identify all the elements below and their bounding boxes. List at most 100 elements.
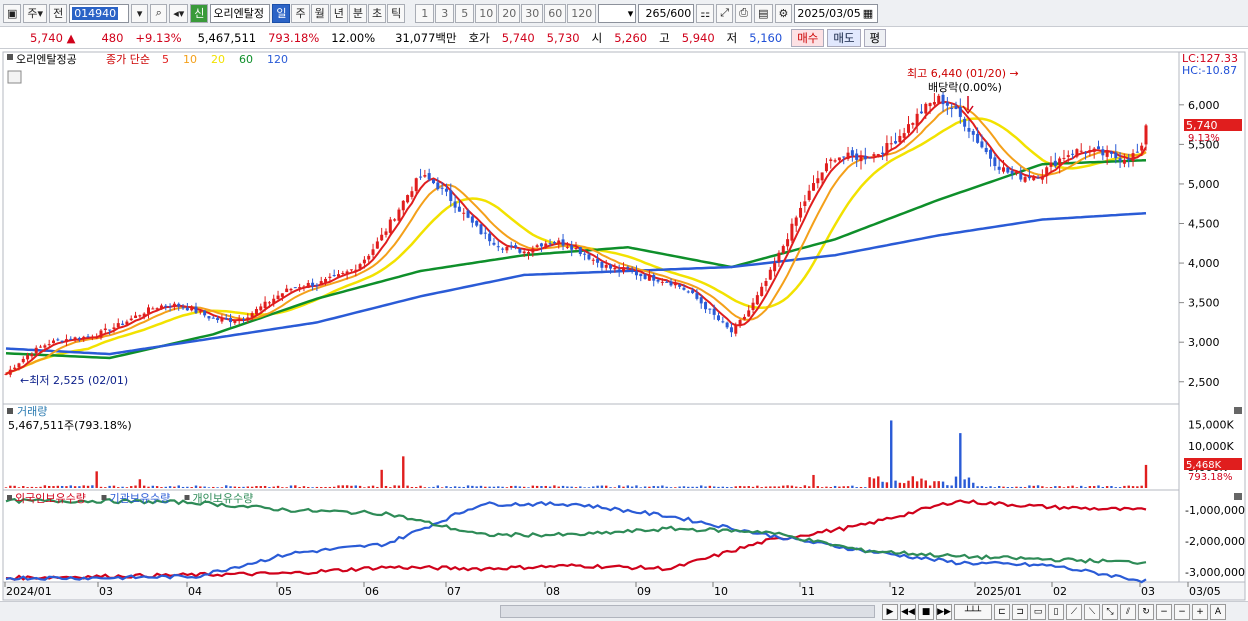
calendar-icon[interactable]: ▦ [863,7,873,20]
ma-legend-60[interactable]: 60 [239,53,253,66]
buy-button[interactable]: 매수 [791,28,825,47]
layout-icon-1[interactable]: ⊏ [994,604,1010,620]
volume-bar [393,485,396,488]
stock-name-field[interactable]: 오리엔탈정 [210,3,271,23]
eval-button[interactable]: 평 [863,28,887,47]
volume-bar [155,486,159,488]
draw-tool-icon[interactable]: ⟍ [1084,604,1100,620]
code-dropdown-icon[interactable]: ▾ [131,3,149,23]
settings-gear-icon[interactable]: ⚙ [774,3,793,23]
interval-button-1[interactable]: 1 [415,3,435,23]
holding-legend-0[interactable]: 외국인보유수량 [15,492,86,505]
price-panel[interactable] [2,51,1180,405]
save-icon[interactable]: ▤ [754,3,773,23]
period-tab-2[interactable]: 월 [310,3,329,23]
interval-button-5[interactable]: 5 [455,3,475,23]
rewind-icon[interactable]: ◀◀ [900,604,916,620]
ma-legend-20[interactable]: 20 [211,53,225,66]
volume-title[interactable]: 거래량 [17,405,47,418]
candle-body [786,239,790,247]
speaker-icon[interactable]: ◂▾ [169,3,189,23]
indicator-settings-icon[interactable] [7,70,22,84]
chart-area[interactable]: 오리엔탈정공 종가 단순 5 10 20 60 120 LC:127.33 HC:-10… [0,50,1248,601]
count-input[interactable]: 265/600 [638,3,695,23]
interval-button-20[interactable]: 20 [498,3,521,23]
zoom-out-icon-2[interactable]: − [1174,604,1190,620]
ma-legend-10[interactable]: 10 [183,53,197,66]
scroll-thumb[interactable] [500,605,875,618]
candle-body [436,182,440,190]
text-tool-icon[interactable]: A [1210,604,1226,620]
chart-type-icon[interactable]: ⚏ [696,3,715,23]
search-icon[interactable]: ⌕ [150,3,168,23]
prev-button[interactable]: 전 [49,3,68,23]
period-tab-4[interactable]: 분 [348,3,367,23]
stock-code-input[interactable]: 014940 [69,3,130,23]
period-tab-5[interactable]: 초 [367,3,387,23]
zoom-out-icon[interactable]: − [1156,604,1172,620]
trend-tool-icon[interactable]: ⤡ [1102,604,1118,620]
period-tab-0[interactable]: 일 [272,3,291,23]
candle-body [630,269,634,272]
x-tick-label: 09 [637,585,651,598]
volume-bar [751,486,755,488]
interval-button-10[interactable]: 10 [475,3,498,23]
zoom-reset-icon[interactable]: ↻ [1138,604,1154,620]
print-icon[interactable]: ⎙ [735,3,753,23]
interval-button-60[interactable]: 60 [544,3,567,23]
volume-bar [497,486,500,488]
candle-body [64,339,68,343]
sell-button[interactable]: 매도 [827,28,861,47]
candle-body [617,269,621,272]
scroll-bar[interactable]: ▶ ◀◀ ■ ▶▶ ┴┴┴ ⊏ ⊐ ▭ ▯ ⟋ ⟍ ⤡ ⫽ ↻ − − + A [0,601,1248,621]
ma-legend-title[interactable]: 종가 단순 [106,53,150,66]
period-tab-3[interactable]: 년 [329,3,348,23]
volume-bar [613,487,617,488]
timeline-icon[interactable]: ┴┴┴ [954,604,992,620]
zoom-in-icon[interactable]: + [1192,604,1208,620]
price-change-pct: +9.13% [135,30,182,45]
window-icon[interactable]: ▣ [3,3,22,23]
stop-icon[interactable]: ■ [918,604,934,620]
forward-icon[interactable]: ▶▶ [936,604,952,620]
stock-name-legend[interactable]: 오리엔탈정공 [16,53,77,66]
low-price: 5,160 [749,30,783,45]
ma-legend-120[interactable]: 120 [267,53,288,66]
volume-bar [168,486,172,488]
candle-body [17,363,21,368]
volume-bar [1036,485,1040,488]
date-input[interactable]: 2025/03/05 ▦ [794,3,879,23]
holding-legend-1[interactable]: 기관보유수량 [110,492,171,505]
interval-button-3[interactable]: 3 [435,3,455,23]
volume-tick-label: 15,000K [1188,419,1234,432]
channel-tool-icon[interactable]: ⫽ [1120,604,1136,620]
ma-legend-5[interactable]: 5 [162,53,169,66]
holding-legend-2[interactable]: 개인보유수량 [193,492,254,505]
volume-bar [285,487,288,488]
candle-body [99,330,103,338]
candle-body [639,273,643,277]
volume-panel[interactable] [2,403,1180,491]
volume-bar [596,485,599,488]
draw-line-icon[interactable]: ⟋ [1066,604,1082,620]
market-select[interactable]: 주 ▾ [23,3,48,23]
scroll-right-icon[interactable]: ▶ [882,604,898,620]
period-tab-1[interactable]: 주 [291,3,310,23]
layout-icon-2[interactable]: ⊐ [1012,604,1028,620]
volume-bar [907,480,910,488]
holding-close-icon[interactable] [1234,493,1242,500]
interval-dropdown[interactable]: ▾ [598,3,637,23]
period-tab-6[interactable]: 틱 [387,3,406,23]
layout-icon-3[interactable]: ▭ [1030,604,1046,620]
x-tick-label: 06 [365,585,379,598]
layout-icon-4[interactable]: ▯ [1048,604,1064,620]
nav-controls: ▶ ◀◀ ■ ▶▶ ┴┴┴ ⊏ ⊐ ▭ ▯ ⟋ ⟍ ⤡ ⫽ ↻ − − + A [880,604,1226,620]
trend-icon[interactable]: ⤢ [716,3,734,23]
volume-bar [130,486,133,488]
interval-button-120[interactable]: 120 [567,3,597,23]
candle-body [194,306,198,313]
interval-button-30[interactable]: 30 [521,3,544,23]
volume-close-icon[interactable] [1234,407,1242,414]
y-tick-label: 2,500 [1188,376,1220,389]
candle-body [423,175,427,177]
